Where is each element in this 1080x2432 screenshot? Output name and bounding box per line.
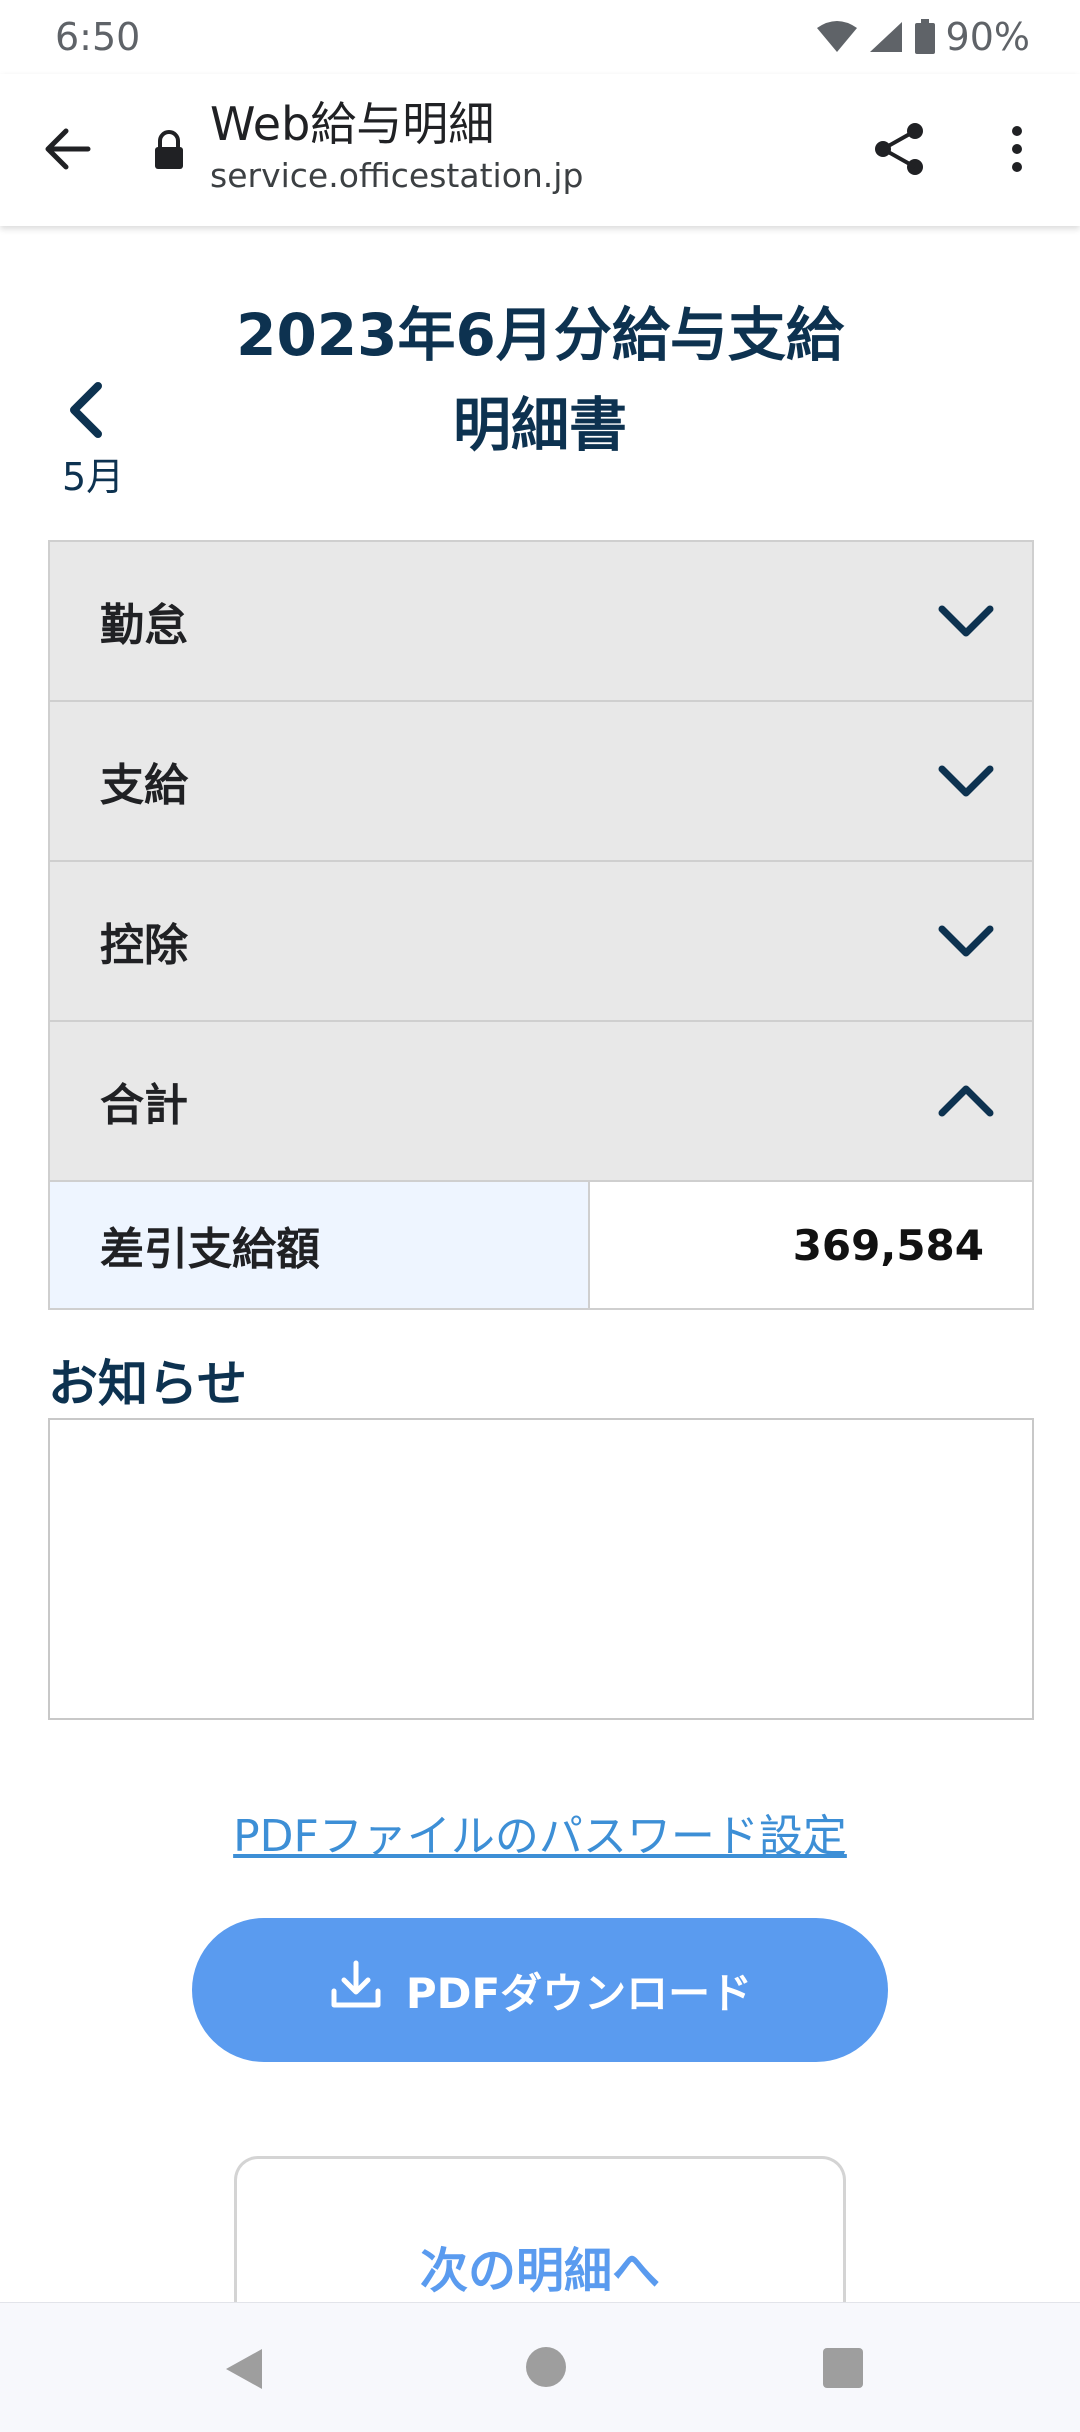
more-vert-icon[interactable] bbox=[990, 118, 1044, 180]
battery-percent: 90% bbox=[945, 15, 1030, 59]
nav-recents-icon[interactable] bbox=[822, 2347, 864, 2393]
site-url: service.officestation.jp bbox=[210, 156, 584, 195]
nav-back-icon[interactable] bbox=[222, 2345, 266, 2397]
page-title-line2: 明細書 bbox=[452, 391, 627, 459]
page-title-line1: 2023年6月分給与支給 bbox=[236, 301, 844, 369]
battery-icon bbox=[914, 19, 936, 55]
section-label: 控除 bbox=[100, 920, 188, 971]
share-icon[interactable] bbox=[868, 118, 930, 180]
pdf-password-link[interactable]: PDFファイルのパスワード設定 bbox=[140, 1800, 940, 1864]
signal-icon bbox=[868, 20, 904, 54]
prev-month-button[interactable]: 5月 bbox=[58, 382, 138, 502]
nav-home-icon[interactable] bbox=[524, 2345, 568, 2393]
section-attendance[interactable]: 勤怠 bbox=[50, 542, 1032, 702]
statement-sections: 勤怠 支給 控除 合計 差引支給額 369,584 bbox=[48, 540, 1034, 1310]
pdf-download-label: PDFダウンロード bbox=[405, 1968, 753, 2018]
download-icon bbox=[328, 1957, 384, 2023]
browser-toolbar: Web給与明細 service.officestation.jp bbox=[0, 74, 1080, 226]
status-time: 6:50 bbox=[55, 15, 141, 59]
chevron-up-icon bbox=[936, 1081, 996, 1121]
notice-heading: お知らせ bbox=[48, 1355, 247, 1413]
section-total[interactable]: 合計 bbox=[50, 1022, 1032, 1182]
chevron-left-icon bbox=[66, 382, 106, 442]
back-arrow-icon[interactable] bbox=[36, 118, 98, 180]
chevron-down-icon bbox=[936, 601, 996, 641]
net-pay-value: 369,584 bbox=[590, 1182, 1032, 1308]
chevron-down-icon bbox=[936, 921, 996, 961]
page-title: 2023年6月分給与支給 明細書 bbox=[160, 290, 920, 470]
system-nav-bar bbox=[0, 2302, 1080, 2432]
prev-month-label: 5月 bbox=[62, 455, 125, 499]
status-bar: 6:50 90% bbox=[0, 0, 1080, 74]
wifi-icon bbox=[816, 20, 858, 54]
section-payments[interactable]: 支給 bbox=[50, 702, 1032, 862]
lock-icon bbox=[152, 130, 186, 174]
net-pay-row: 差引支給額 369,584 bbox=[50, 1182, 1032, 1308]
section-label: 支給 bbox=[100, 760, 188, 811]
section-deductions[interactable]: 控除 bbox=[50, 862, 1032, 1022]
status-icons: 90% bbox=[816, 15, 1030, 59]
next-statement-label: 次の明細へ bbox=[419, 2243, 660, 2299]
pdf-download-button[interactable]: PDFダウンロード bbox=[192, 1918, 888, 2062]
net-pay-label: 差引支給額 bbox=[50, 1182, 590, 1308]
section-label: 合計 bbox=[100, 1080, 188, 1131]
section-label: 勤怠 bbox=[100, 600, 188, 651]
site-title: Web給与明細 bbox=[210, 97, 495, 151]
address-block[interactable]: Web給与明細 service.officestation.jp bbox=[210, 94, 583, 198]
notice-box bbox=[48, 1418, 1034, 1720]
chevron-down-icon bbox=[936, 761, 996, 801]
